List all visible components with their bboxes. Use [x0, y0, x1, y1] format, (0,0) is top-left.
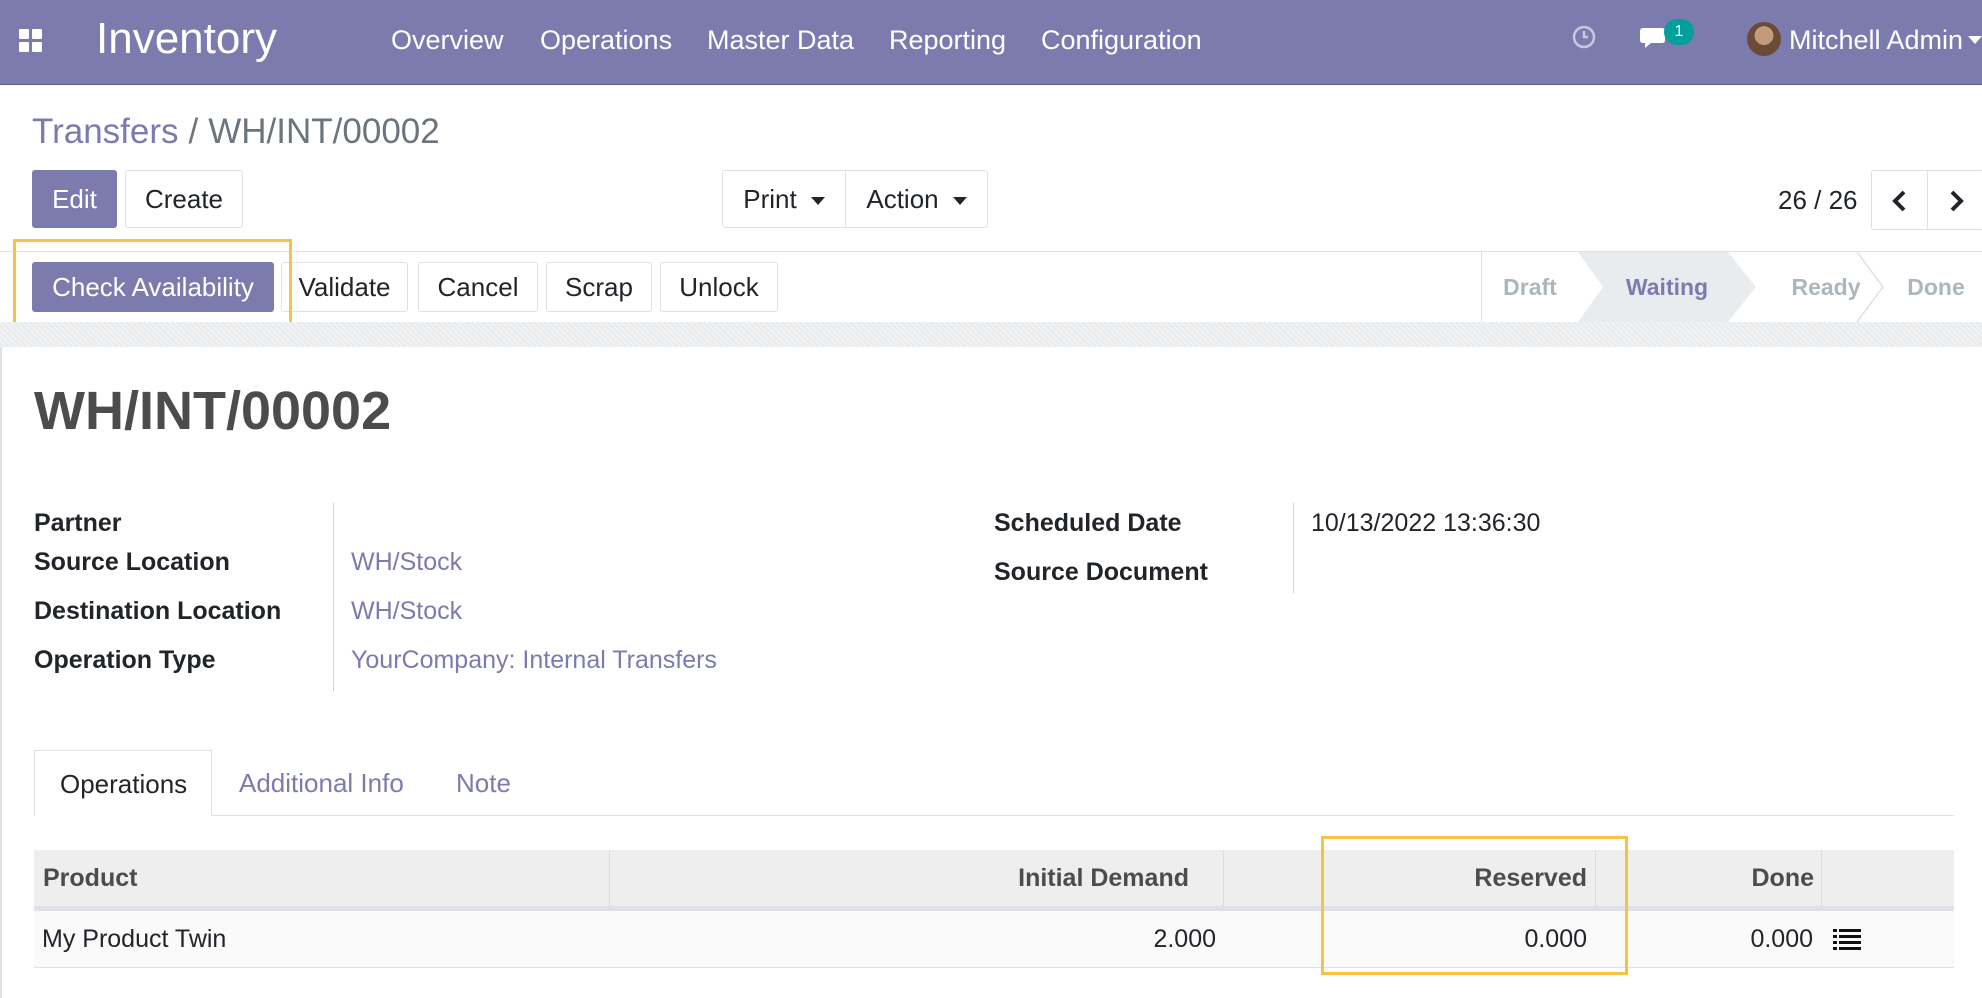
- breadcrumb-transfers[interactable]: Transfers: [32, 112, 179, 151]
- print-dropdown[interactable]: Print: [722, 170, 846, 228]
- edit-button[interactable]: Edit: [32, 170, 117, 228]
- app-title[interactable]: Inventory: [96, 12, 277, 66]
- status-bar: Check Availability Validate Cancel Scrap…: [0, 251, 1982, 323]
- column-separator: [1821, 850, 1822, 906]
- column-header-product[interactable]: Product: [43, 850, 137, 906]
- column-separator: [609, 850, 610, 906]
- partner-label: Partner: [34, 509, 122, 537]
- table-row[interactable]: My Product Twin 2.000 0.000 0.000: [34, 911, 1954, 968]
- scrap-button[interactable]: Scrap: [546, 262, 652, 312]
- validate-button[interactable]: Validate: [281, 262, 408, 312]
- source-document-label: Source Document: [994, 558, 1208, 586]
- column-header-initial-demand[interactable]: Initial Demand: [1018, 850, 1189, 906]
- user-name[interactable]: Mitchell Admin: [1789, 22, 1963, 58]
- breadcrumb: Transfers / WH/INT/00002: [32, 110, 440, 154]
- caret-down-icon[interactable]: [1968, 36, 1982, 44]
- chevron-right-icon: [1950, 190, 1964, 212]
- breadcrumb-current: WH/INT/00002: [208, 112, 440, 151]
- record-title: WH/INT/00002: [34, 381, 392, 441]
- menu-reporting[interactable]: Reporting: [889, 22, 1006, 58]
- operation-type-field[interactable]: YourCompany: Internal Transfers: [351, 643, 717, 677]
- cancel-button[interactable]: Cancel: [418, 262, 538, 312]
- menu-overview[interactable]: Overview: [391, 22, 504, 58]
- column-header-done[interactable]: Done: [1752, 850, 1815, 906]
- chevron-left-icon: [1892, 190, 1906, 212]
- stage-arrows: [1856, 252, 1884, 322]
- tab-operations[interactable]: Operations: [34, 750, 212, 816]
- print-label: Print: [743, 184, 797, 214]
- menu-master-data[interactable]: Master Data: [707, 22, 854, 58]
- sheet-border: [0, 347, 2, 998]
- label-divider: [333, 503, 334, 691]
- done-cell[interactable]: 0.000: [1750, 911, 1813, 967]
- pager-value[interactable]: 26 / 26: [1778, 182, 1858, 218]
- caret-down-icon: [952, 197, 967, 206]
- action-label: Action: [866, 184, 939, 214]
- unlock-button[interactable]: Unlock: [660, 262, 778, 312]
- pager-next-button[interactable]: [1927, 170, 1982, 230]
- operation-type-label: Operation Type: [34, 646, 216, 674]
- source-location-field[interactable]: WH/Stock: [351, 545, 462, 579]
- menu-configuration[interactable]: Configuration: [1041, 22, 1202, 58]
- message-count-badge: 1: [1664, 19, 1694, 45]
- action-dropdown[interactable]: Action: [845, 170, 988, 228]
- apps-icon[interactable]: [19, 29, 43, 53]
- top-navbar: Inventory Overview Operations Master Dat…: [0, 0, 1982, 85]
- column-separator: [1223, 850, 1224, 906]
- clock-icon[interactable]: [1572, 25, 1596, 49]
- table-header: Product Initial Demand Reserved Done: [34, 850, 1954, 911]
- initial-demand-cell[interactable]: 2.000: [1153, 911, 1216, 967]
- tab-additional-info[interactable]: Additional Info: [239, 750, 404, 816]
- detailed-operations-icon[interactable]: [1833, 928, 1861, 950]
- scheduled-date-label: Scheduled Date: [994, 509, 1182, 537]
- avatar[interactable]: [1747, 22, 1781, 56]
- tab-note[interactable]: Note: [456, 750, 511, 816]
- product-cell[interactable]: My Product Twin: [42, 911, 226, 967]
- label-divider: [1293, 503, 1294, 593]
- destination-location-label: Destination Location: [34, 597, 282, 625]
- create-button[interactable]: Create: [125, 170, 243, 228]
- breadcrumb-separator: /: [188, 112, 199, 151]
- caret-down-icon: [810, 197, 825, 206]
- pager-previous-button[interactable]: [1871, 170, 1928, 230]
- source-location-label: Source Location: [34, 548, 230, 576]
- destination-location-field[interactable]: WH/Stock: [351, 594, 462, 628]
- scheduled-date-field[interactable]: 10/13/2022 13:36:30: [1311, 506, 1540, 540]
- menu-operations[interactable]: Operations: [540, 22, 672, 58]
- highlight-reserved-column: [1321, 836, 1628, 975]
- stage-draft[interactable]: Draft: [1482, 252, 1578, 322]
- sheet-background: [0, 322, 1982, 347]
